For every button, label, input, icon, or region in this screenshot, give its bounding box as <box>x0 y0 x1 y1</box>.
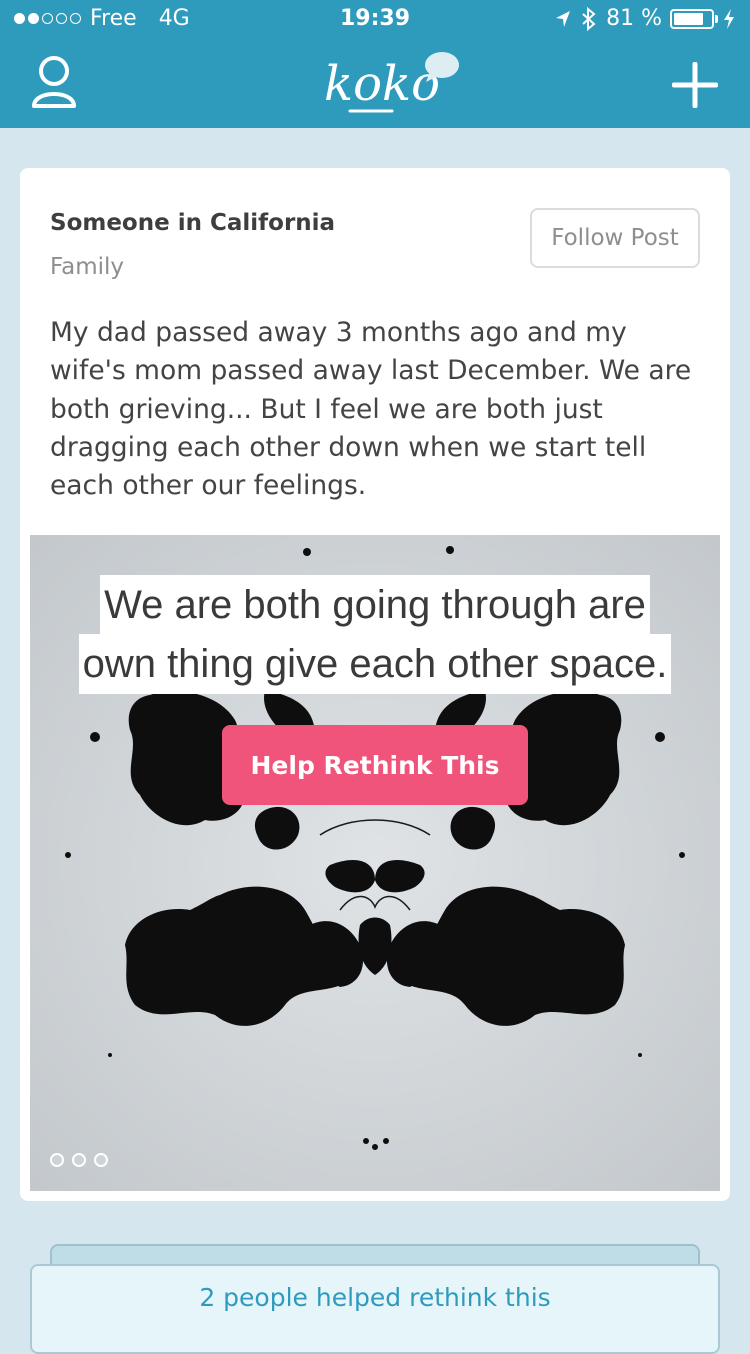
battery-cap <box>715 14 718 23</box>
helped-rethink-banner[interactable]: 2 people helped rethink this <box>30 1264 720 1354</box>
follow-post-button[interactable]: Follow Post <box>530 208 700 268</box>
post-card: Someone in California Family Follow Post… <box>20 168 730 1201</box>
distortion-line: We are both going through are <box>30 575 720 635</box>
nav-bar: koko <box>0 40 750 128</box>
post-category: Family <box>50 254 125 280</box>
page-dot[interactable] <box>94 1153 108 1167</box>
post-body: My dad passed away 3 months ago and my w… <box>50 317 692 502</box>
status-bar: Free 4G 19:39 81 % <box>0 0 750 40</box>
logo-text: koko <box>324 56 440 112</box>
page-indicator <box>50 1153 116 1167</box>
distortion-image: We are both going through are own thing … <box>30 535 720 1191</box>
post-author: Someone in California <box>50 210 336 236</box>
charging-bolt-icon <box>724 8 734 29</box>
status-indicators: 81 % <box>554 6 736 31</box>
battery-percent: 81 % <box>606 6 662 31</box>
plus-icon[interactable] <box>672 62 718 108</box>
distortion-line: own thing give each other space. <box>30 634 720 694</box>
bluetooth-icon <box>582 6 596 31</box>
location-arrow-icon <box>556 10 571 27</box>
help-rethink-button[interactable]: Help Rethink This <box>222 725 528 805</box>
page-dot[interactable] <box>50 1153 64 1167</box>
distortion-text-line-2: own thing give each other space. <box>78 634 672 694</box>
koko-logo: koko <box>324 52 459 113</box>
distortion-text-line-1: We are both going through are <box>100 575 650 635</box>
profile-icon[interactable] <box>28 54 80 110</box>
page-dot[interactable] <box>72 1153 86 1167</box>
battery-icon <box>670 8 714 29</box>
